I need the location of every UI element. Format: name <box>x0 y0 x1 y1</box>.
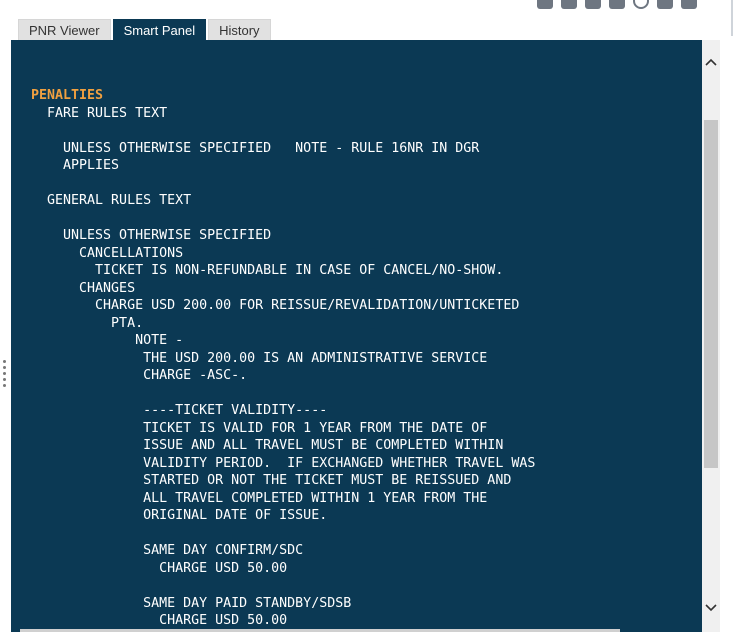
grip-dot <box>3 384 6 387</box>
vertical-scrollbar[interactable] <box>702 40 720 632</box>
info-icon[interactable] <box>633 0 649 9</box>
rule-line: FARE RULES TEXT <box>47 105 168 121</box>
rule-line: GENERAL RULES TEXT <box>47 193 192 208</box>
rule-line: TICKET IS NON-REFUNDABLE IN CASE OF CANC… <box>95 263 504 278</box>
rule-line: APPLIES <box>63 158 120 173</box>
rule-line: SAME DAY PAID STANDBY/SDSB <box>143 595 352 611</box>
chevron-up-icon <box>705 58 717 66</box>
rule-line: TICKET IS VALID FOR 1 YEAR FROM THE DATE… <box>143 420 488 436</box>
chevron-down-icon <box>705 604 717 612</box>
rules-body: FARE RULES TEXT UNLESS OTHERWISE SPECIFI… <box>31 106 535 629</box>
rule-line: CHARGE USD 50.00 <box>159 560 288 576</box>
tab-history[interactable]: History <box>208 19 271 40</box>
scroll-thumb[interactable] <box>704 120 718 468</box>
rule-line: ORIGINAL DATE OF ISSUE. <box>143 508 328 523</box>
copy-icon[interactable] <box>537 0 553 9</box>
toolbar <box>537 0 697 10</box>
grip-dot <box>3 372 6 375</box>
smart-panel-content: PENALTIES FARE RULES TEXT UNLESS OTHERWI… <box>11 40 702 632</box>
fare-rules-text: PENALTIES FARE RULES TEXT UNLESS OTHERWI… <box>31 87 535 630</box>
rule-line: PTA. <box>111 315 144 331</box>
lock-icon[interactable] <box>657 0 673 9</box>
grip-dot <box>3 366 6 369</box>
rule-line: CHARGE USD 200.00 FOR REISSUE/REVALIDATI… <box>95 298 520 313</box>
rule-line: VALIDITY PERIOD. IF EXCHANGED WHETHER TR… <box>143 455 536 471</box>
rule-line: UNLESS OTHERWISE SPECIFIED <box>63 228 272 243</box>
rule-line: SAME DAY CONFIRM/SDC <box>143 543 304 558</box>
tab-smart-panel[interactable]: Smart Panel <box>112 19 207 40</box>
rule-line: CHARGE -ASC-. <box>143 368 248 383</box>
splitter-handle[interactable] <box>3 360 7 394</box>
document-icon[interactable] <box>561 0 577 9</box>
rule-line: STARTED OR NOT THE TICKET MUST BE REISSU… <box>143 473 512 488</box>
tab-bar: PNR Viewer Smart Panel History <box>18 19 271 40</box>
edit-icon[interactable] <box>681 0 697 9</box>
rule-line: NOTE - <box>135 333 184 348</box>
scroll-down-button[interactable] <box>702 598 720 618</box>
scroll-up-button[interactable] <box>702 52 720 72</box>
tag-icon[interactable] <box>585 0 601 9</box>
rule-line: CANCELLATIONS <box>79 245 184 261</box>
rule-line: UNLESS OTHERWISE SPECIFIED NOTE - RULE 1… <box>63 140 480 156</box>
penalties-heading: PENALTIES <box>31 88 104 103</box>
rule-line: THE USD 200.00 IS AN ADMINISTRATIVE SERV… <box>143 350 488 366</box>
tab-pnr-viewer[interactable]: PNR Viewer <box>18 19 111 40</box>
grip-dot <box>3 378 6 381</box>
grip-dot <box>3 360 6 363</box>
rule-line: CHANGES <box>79 280 136 296</box>
rule-line: ISSUE AND ALL TRAVEL MUST BE COMPLETED W… <box>143 438 504 453</box>
rule-line: ----TICKET VALIDITY---- <box>143 403 328 418</box>
export-icon[interactable] <box>609 0 625 9</box>
rule-line: CHARGE USD 50.00 <box>31 613 288 628</box>
rule-line: ALL TRAVEL COMPLETED WITHIN 1 YEAR FROM … <box>143 490 488 506</box>
